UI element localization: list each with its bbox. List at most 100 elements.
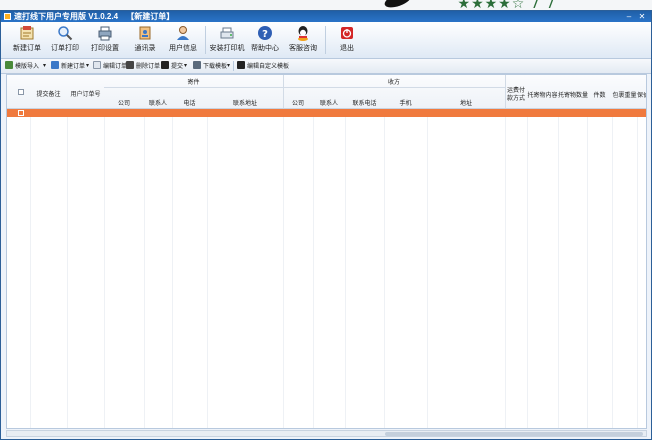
delete-order-button[interactable]: 删除订单 <box>126 61 160 71</box>
address-book-button[interactable]: 通讯录 <box>125 24 165 58</box>
column-divider <box>345 75 346 428</box>
column-divider <box>104 75 105 428</box>
help-center-button[interactable]: ? 帮助中心 <box>245 24 285 58</box>
grid-header: 提交备注 用户订单号 寄件 公司 联系人 电话 联系地址 收方 公司 联系人 联… <box>7 75 646 109</box>
custom-template-label: 编辑自定义模板 <box>247 64 290 70</box>
exit-button[interactable]: 退出 <box>327 24 367 58</box>
order-print-icon <box>58 26 73 41</box>
install-printer-icon <box>220 27 234 39</box>
column-header-receiver-phone[interactable]: 联系电话 <box>345 98 384 107</box>
column-header-extra[interactable]: 保价 <box>637 90 646 99</box>
download-template-button[interactable]: 下载模板 <box>193 61 227 71</box>
minimize-icon[interactable]: – <box>623 11 635 22</box>
edit-order-button[interactable]: 编辑订单 <box>93 61 127 71</box>
print-settings-label: 打印设置 <box>91 45 119 52</box>
chevron-down-icon: ▾ <box>86 63 90 69</box>
column-header-receiver-contact[interactable]: 联系人 <box>313 98 345 107</box>
new-order-small-icon <box>51 61 59 69</box>
download-template-icon <box>193 61 201 69</box>
new-order-label: 新建订单 <box>13 45 41 52</box>
column-header-receiver-mobile[interactable]: 手机 <box>384 98 427 107</box>
main-window: 速打线下用户专用版 V1.0.2.4 【新建订单】 – ✕ 新建订单 订单打印 … <box>0 10 652 440</box>
user-info-label: 用户信息 <box>169 45 197 52</box>
column-divider <box>527 75 528 428</box>
column-header-goods-quantity[interactable]: 托寄物数量 <box>558 90 588 99</box>
action-separator <box>233 61 234 71</box>
help-icon: ? <box>258 26 272 40</box>
column-header-sender-company[interactable]: 公司 <box>104 98 144 107</box>
user-info-button[interactable]: 用户信息 <box>163 24 203 58</box>
new-order-small-label: 新建订单 <box>61 64 86 70</box>
column-divider <box>427 75 428 428</box>
column-header-receiver-address[interactable]: 地址 <box>427 98 505 107</box>
column-divider <box>384 75 385 428</box>
order-print-label: 订单打印 <box>51 45 79 52</box>
title-bar[interactable]: 速打线下用户专用版 V1.0.2.4 【新建订单】 – ✕ <box>1 11 651 22</box>
window-title-text: 速打线下用户专用版 V1.0.2.4 <box>14 12 119 21</box>
order-grid: 提交备注 用户订单号 寄件 公司 联系人 电话 联系地址 收方 公司 联系人 联… <box>6 74 647 429</box>
main-toolbar: 新建订单 订单打印 打印设置 通讯录 用户信息 安装打印机 ? 帮助中心 客服咨… <box>1 22 651 59</box>
column-header-pieces[interactable]: 件数 <box>587 90 612 99</box>
group-header-sender: 寄件 <box>187 80 200 86</box>
column-header-receiver-company[interactable]: 公司 <box>283 98 313 107</box>
download-template-label: 下载模板 <box>203 64 228 70</box>
customer-service-label: 客服咨询 <box>289 45 317 52</box>
toolbar-separator <box>205 26 206 54</box>
address-book-label: 通讯录 <box>134 45 156 52</box>
column-header-sender-contact[interactable]: 联系人 <box>144 98 172 107</box>
column-divider <box>587 75 588 428</box>
column-header-freight-payment[interactable]: 运费付款方式 <box>505 87 527 103</box>
new-order-icon <box>20 26 34 40</box>
import-icon <box>5 61 13 69</box>
exit-icon <box>341 27 353 39</box>
background-decoration <box>382 0 414 11</box>
chevron-down-icon: ▾ <box>227 63 231 69</box>
action-bar: 模版导入 ▾ 新建订单 ▾ 编辑订单 删除订单 提交 ▾ 下载模板 ▾ 编辑自定… <box>1 59 651 74</box>
submit-button[interactable]: 提交 <box>161 61 183 71</box>
column-header-user-order-no[interactable]: 用户订单号 <box>67 89 104 98</box>
batch-import-button[interactable]: 模版导入 <box>5 61 39 71</box>
column-divider <box>67 75 68 428</box>
batch-import-dropdown[interactable]: ▾ <box>41 61 46 71</box>
column-header-sender-phone[interactable]: 电话 <box>172 98 207 107</box>
column-divider <box>283 75 284 428</box>
column-divider <box>313 75 314 428</box>
new-order-button[interactable]: 新建订单 <box>7 24 47 58</box>
select-all-checkbox[interactable] <box>18 89 24 95</box>
new-order-small-button[interactable]: 新建订单 <box>51 61 85 71</box>
install-printer-button[interactable]: 安装打印机 <box>207 24 247 58</box>
submit-dropdown[interactable]: ▾ <box>182 61 187 71</box>
column-divider <box>30 75 31 428</box>
table-row[interactable] <box>7 109 646 117</box>
column-header-package-weight[interactable]: 包裹重量 <box>612 90 637 99</box>
column-divider <box>172 75 173 428</box>
column-header-goods-content[interactable]: 托寄物内容 <box>527 90 558 99</box>
delete-order-icon <box>126 61 134 69</box>
column-divider <box>144 75 145 428</box>
column-divider <box>612 75 613 428</box>
edit-order-label: 编辑订单 <box>103 64 128 70</box>
customer-service-icon <box>298 26 308 41</box>
app-icon <box>4 13 11 20</box>
group-header-receiver: 收方 <box>387 80 400 86</box>
background-app-strip: ★★★★☆ 7 7 <box>0 0 652 12</box>
row-checkbox[interactable] <box>18 110 24 116</box>
custom-template-button[interactable]: 编辑自定义模板 <box>237 61 289 71</box>
order-print-button[interactable]: 订单打印 <box>45 24 85 58</box>
column-divider <box>637 75 638 428</box>
column-header-sender-address[interactable]: 联系地址 <box>207 98 283 107</box>
download-template-dropdown[interactable]: ▾ <box>225 61 230 71</box>
customer-service-button[interactable]: 客服咨询 <box>283 24 323 58</box>
window-subtitle: 【新建订单】 <box>126 12 175 21</box>
chevron-down-icon: ▾ <box>184 63 188 69</box>
group-header-line <box>104 87 505 88</box>
column-header-submit-note[interactable]: 提交备注 <box>30 89 67 98</box>
column-divider <box>558 75 559 428</box>
scrollbar-thumb[interactable] <box>385 432 643 436</box>
close-icon[interactable]: ✕ <box>636 11 648 22</box>
new-order-dropdown[interactable]: ▾ <box>84 61 89 71</box>
print-settings-button[interactable]: 打印设置 <box>85 24 125 58</box>
submit-icon <box>161 61 169 69</box>
user-info-icon <box>177 26 189 40</box>
horizontal-scrollbar[interactable] <box>6 430 647 437</box>
